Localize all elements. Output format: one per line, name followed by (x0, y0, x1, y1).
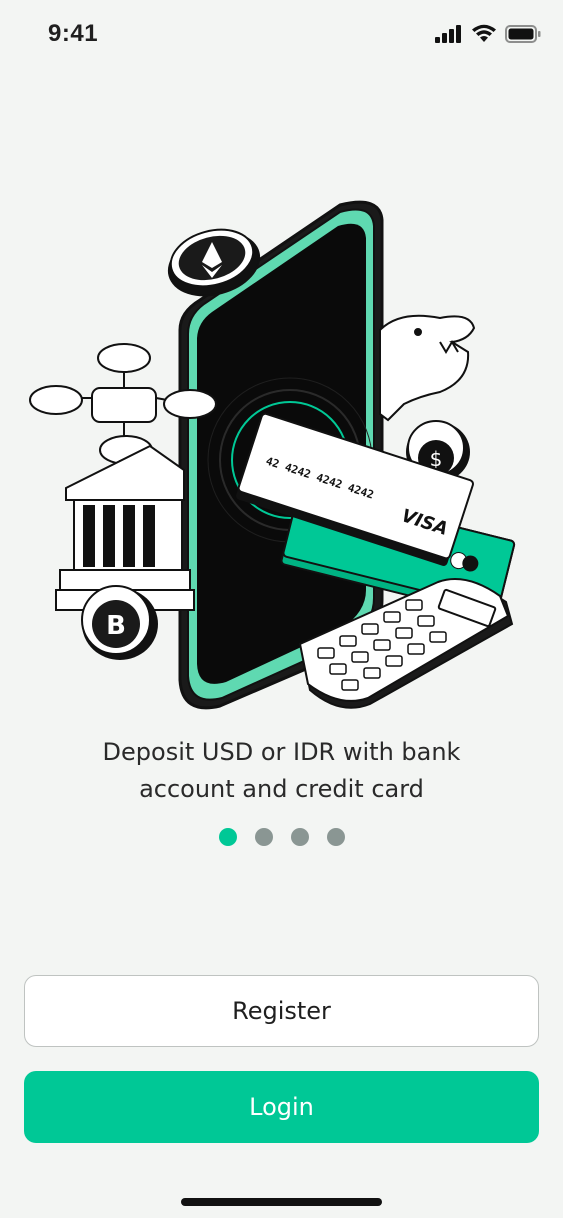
caption-line-1: Deposit USD or IDR with bank (102, 738, 461, 766)
register-button[interactable]: Register (24, 975, 539, 1047)
wifi-icon (472, 24, 496, 42)
login-button[interactable]: Login (24, 1071, 539, 1143)
onboarding-illustration: $ B 0000 (29, 200, 516, 710)
status-icons (435, 24, 541, 43)
dinosaur-icon (379, 314, 476, 422)
caption-line-2: account and credit card (139, 775, 424, 803)
page-dot-2[interactable] (254, 828, 273, 846)
bank-icon (55, 444, 195, 611)
page-indicator (0, 828, 563, 846)
page-dot-3[interactable] (290, 828, 309, 846)
page-dot-1[interactable] (218, 828, 237, 846)
battery-icon (505, 24, 541, 43)
svg-text:B: B (106, 611, 126, 641)
home-indicator[interactable] (181, 1198, 382, 1206)
cellular-signal-icon (435, 24, 461, 43)
onboarding-caption: Deposit USD or IDR with bank account and… (40, 734, 523, 808)
status-bar: 9:41 (0, 0, 563, 70)
page-dot-4[interactable] (326, 828, 345, 846)
status-time: 9:41 (48, 20, 99, 47)
